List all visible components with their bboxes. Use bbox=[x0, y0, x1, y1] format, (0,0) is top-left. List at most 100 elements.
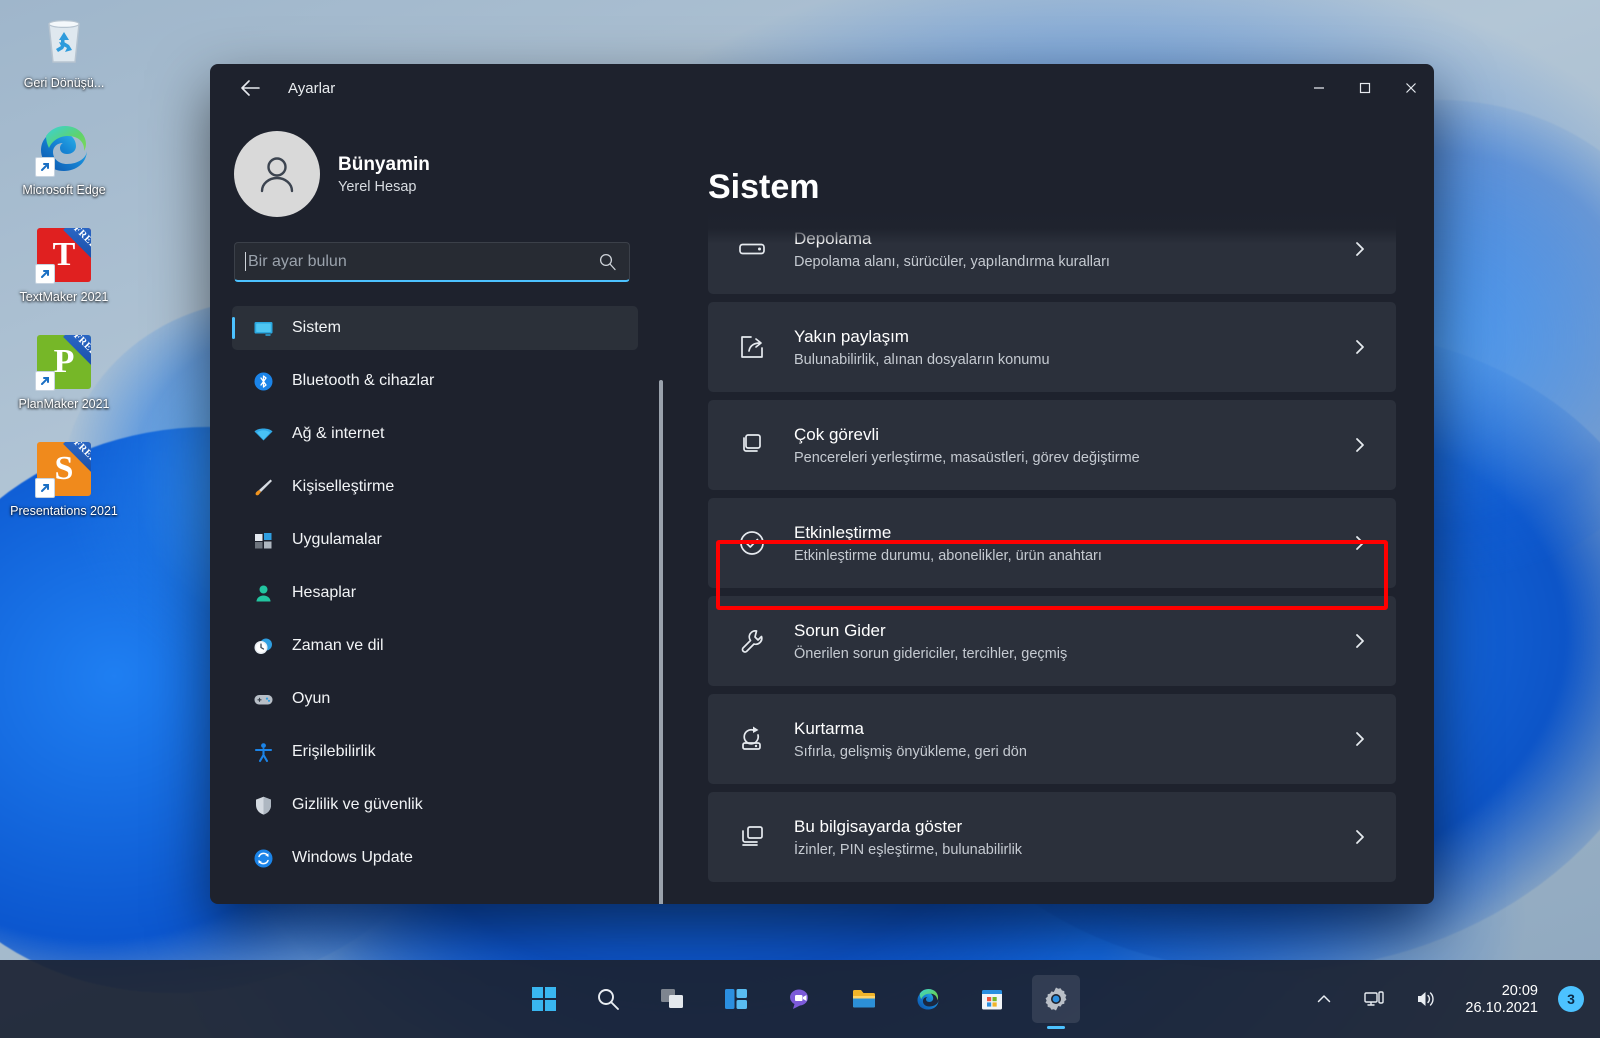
paintbrush-icon bbox=[252, 476, 274, 498]
sidebar-item-accounts[interactable]: Hesaplar bbox=[232, 571, 638, 615]
task-view-button[interactable] bbox=[648, 975, 696, 1023]
card-text: Uyku, pil kullanımı, pil tasarrufu bbox=[794, 165, 1324, 181]
sidebar-item-label: Uygulamalar bbox=[292, 531, 382, 548]
sidebar-item-label: Gizlilik ve güvenlik bbox=[292, 796, 423, 813]
bluetooth-icon bbox=[252, 370, 274, 392]
sidebar-item-privacy-security[interactable]: Gizlilik ve güvenlik bbox=[232, 783, 638, 827]
card-text: Sorun Gider Önerilen sorun gidericiler, … bbox=[794, 621, 1324, 662]
window-controls bbox=[1296, 64, 1434, 112]
monitor-icon bbox=[252, 317, 274, 339]
settings-window: Ayarlar Bünyamin Yerel Hesap Bir ayar bu… bbox=[210, 64, 1434, 904]
card-title: Kurtarma bbox=[794, 718, 864, 738]
textmaker-icon: T FREE bbox=[35, 226, 93, 284]
sidebar-item-bluetooth[interactable]: Bluetooth & cihazlar bbox=[232, 359, 638, 403]
card-subtitle: Uyku, pil kullanımı, pil tasarrufu bbox=[794, 165, 996, 181]
window-titlebar: Ayarlar bbox=[210, 64, 1434, 112]
notification-badge[interactable]: 3 bbox=[1558, 986, 1584, 1012]
card-subtitle: İzinler, PIN eşleştirme, bulunabilirlik bbox=[794, 841, 1023, 858]
start-button[interactable] bbox=[520, 975, 568, 1023]
card-text: Çok görevli Pencereleri yerleştirme, mas… bbox=[794, 425, 1324, 466]
card-subtitle: Bulunabilirlik, alınan dosyaların konumu bbox=[794, 351, 1050, 368]
sidebar-item-label: Oyun bbox=[292, 690, 331, 707]
settings-card-depolama[interactable]: Depolama Depolama alanı, sürücüler, yapı… bbox=[708, 204, 1396, 294]
search-icon[interactable] bbox=[597, 252, 617, 271]
network-icon[interactable] bbox=[1355, 976, 1393, 1022]
sidebar-item-gaming[interactable]: Oyun bbox=[232, 677, 638, 721]
search-button[interactable] bbox=[584, 975, 632, 1023]
settings-card-sorun-gider[interactable]: Sorun Gider Önerilen sorun gidericiler, … bbox=[708, 596, 1396, 686]
card-text: Depolama Depolama alanı, sürücüler, yapı… bbox=[794, 229, 1324, 270]
card-text: Bu bilgisayarda göster İzinler, PIN eşle… bbox=[794, 817, 1324, 858]
desktop-icon-recycle-bin[interactable]: Geri Dönüşü... bbox=[8, 8, 120, 97]
close-button[interactable] bbox=[1388, 64, 1434, 112]
multitasking-icon bbox=[736, 429, 768, 461]
search-input[interactable]: Bir ayar bulun bbox=[234, 242, 630, 282]
card-subtitle: Önerilen sorun gidericiler, tercihler, g… bbox=[794, 645, 1068, 662]
sidebar-item-time-language[interactable]: Zaman ve dil bbox=[232, 624, 638, 668]
card-text: Etkinleştirme Etkinleştirme durumu, abon… bbox=[794, 523, 1324, 564]
minimize-button[interactable] bbox=[1296, 64, 1342, 112]
planmaker-icon: P FREE bbox=[35, 333, 93, 391]
volume-icon[interactable] bbox=[1407, 976, 1445, 1022]
sidebar-item-label: Bluetooth & cihazlar bbox=[292, 372, 435, 389]
widgets-button[interactable] bbox=[712, 975, 760, 1023]
card-title: Çok görevli bbox=[794, 424, 880, 444]
clock[interactable]: 20:09 26.10.2021 bbox=[1459, 983, 1544, 1016]
chevron-right-icon bbox=[1350, 829, 1370, 845]
sidebar-item-apps[interactable]: Uygulamalar bbox=[232, 518, 638, 562]
card-text: Kurtarma Sıfırla, gelişmiş önyükleme, ge… bbox=[794, 719, 1324, 760]
sidebar-item-windows-update[interactable]: Windows Update bbox=[232, 836, 638, 880]
edge-button[interactable] bbox=[904, 975, 952, 1023]
content-area: Sistem Uyku, pil kullanımı, pil tasarruf… bbox=[660, 112, 1434, 904]
sidebar-item-label: Zaman ve dil bbox=[292, 637, 384, 654]
clock-date: 26.10.2021 bbox=[1465, 999, 1538, 1016]
settings-card-power-battery[interactable]: Uyku, pil kullanımı, pil tasarrufu bbox=[708, 150, 1396, 196]
desktop-icon-label: Microsoft Edge bbox=[22, 183, 106, 197]
shield-icon bbox=[252, 794, 274, 816]
settings-card-yakin-paylasim[interactable]: Yakın paylaşım Bulunabilirlik, alınan do… bbox=[708, 302, 1396, 392]
card-title: Bu bilgisayarda göster bbox=[794, 816, 963, 836]
chevron-right-icon bbox=[1350, 165, 1370, 181]
account-type: Yerel Hesap bbox=[338, 178, 417, 195]
back-button[interactable] bbox=[230, 71, 270, 105]
shortcut-arrow-icon bbox=[35, 478, 55, 498]
chevron-up-icon[interactable] bbox=[1307, 976, 1341, 1022]
maximize-button[interactable] bbox=[1342, 64, 1388, 112]
presentations-letter: S bbox=[54, 450, 74, 487]
sidebar-item-accessibility[interactable]: Erişilebilirlik bbox=[232, 730, 638, 774]
chevron-right-icon bbox=[1350, 633, 1370, 649]
chevron-right-icon bbox=[1350, 731, 1370, 747]
desktop-icon-list: Geri Dönüşü... Microsoft Edge T FREE Tex… bbox=[8, 8, 128, 525]
desktop-icon-label: Presentations 2021 bbox=[10, 504, 118, 518]
account-name: Bünyamin bbox=[338, 153, 430, 175]
settings-card-bu-bilgisayarda-goster[interactable]: Bu bilgisayarda göster İzinler, PIN eşle… bbox=[708, 792, 1396, 882]
apps-icon bbox=[252, 529, 274, 551]
settings-card-list: Uyku, pil kullanımı, pil tasarrufu Depol… bbox=[708, 112, 1396, 904]
settings-card-cok-gorevli[interactable]: Çok görevli Pencereleri yerleştirme, mas… bbox=[708, 400, 1396, 490]
card-title: Etkinleştirme bbox=[794, 522, 892, 542]
sidebar-item-label: Kişiselleştirme bbox=[292, 478, 395, 495]
chevron-right-icon bbox=[1350, 535, 1370, 551]
desktop-icon-presentations[interactable]: S FREE Presentations 2021 bbox=[8, 436, 120, 525]
settings-card-etkinlestirme[interactable]: Etkinleştirme Etkinleştirme durumu, abon… bbox=[708, 498, 1396, 588]
card-subtitle: Etkinleştirme durumu, abonelikler, ürün … bbox=[794, 547, 1102, 564]
settings-card-kurtarma[interactable]: Kurtarma Sıfırla, gelişmiş önyükleme, ge… bbox=[708, 694, 1396, 784]
presentations-icon: S FREE bbox=[35, 440, 93, 498]
store-button[interactable] bbox=[968, 975, 1016, 1023]
desktop-icon-microsoft-edge[interactable]: Microsoft Edge bbox=[8, 115, 120, 204]
settings-button[interactable] bbox=[1032, 975, 1080, 1023]
file-explorer-button[interactable] bbox=[840, 975, 888, 1023]
chat-button[interactable] bbox=[776, 975, 824, 1023]
taskbar: 20:09 26.10.2021 3 bbox=[0, 960, 1600, 1038]
desktop-icon-planmaker[interactable]: P FREE PlanMaker 2021 bbox=[8, 329, 120, 418]
desktop-icon-textmaker[interactable]: T FREE TextMaker 2021 bbox=[8, 222, 120, 311]
chevron-right-icon bbox=[1350, 437, 1370, 453]
sidebar-item-network[interactable]: Ağ & internet bbox=[232, 412, 638, 456]
card-subtitle: Pencereleri yerleştirme, masaüstleri, gö… bbox=[794, 449, 1140, 466]
account-block[interactable]: Bünyamin Yerel Hesap bbox=[210, 112, 660, 217]
window-title: Ayarlar bbox=[288, 79, 336, 97]
sidebar-item-sistem[interactable]: Sistem bbox=[232, 306, 638, 350]
battery-icon bbox=[736, 157, 768, 189]
check-circle-icon bbox=[736, 527, 768, 559]
sidebar-item-personalization[interactable]: Kişiselleştirme bbox=[232, 465, 638, 509]
